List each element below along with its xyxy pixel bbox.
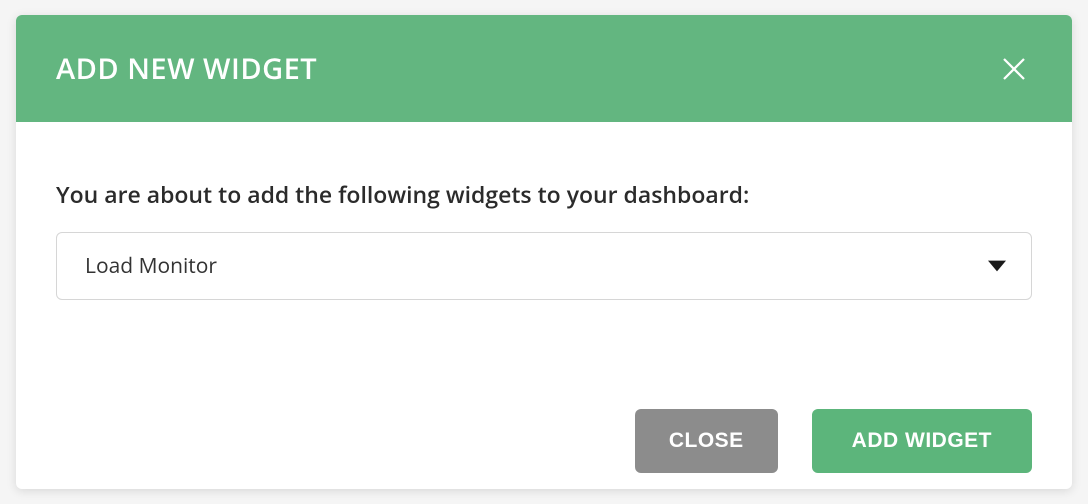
widget-select-value: Load Monitor: [85, 252, 217, 280]
modal-title: ADD NEW WIDGET: [56, 49, 317, 88]
modal-body: You are about to add the following widge…: [16, 122, 1072, 409]
add-widget-button[interactable]: ADD WIDGET: [812, 409, 1032, 473]
modal-footer: CLOSE ADD WIDGET: [16, 409, 1072, 489]
close-button[interactable]: CLOSE: [635, 409, 778, 473]
widget-select[interactable]: Load Monitor: [56, 232, 1032, 300]
modal-header: ADD NEW WIDGET: [16, 15, 1072, 122]
widget-select-wrap: Load Monitor: [56, 232, 1032, 300]
add-widget-modal: ADD NEW WIDGET You are about to add the …: [16, 15, 1072, 489]
close-icon[interactable]: [996, 51, 1032, 87]
modal-body-text: You are about to add the following widge…: [56, 178, 1032, 210]
